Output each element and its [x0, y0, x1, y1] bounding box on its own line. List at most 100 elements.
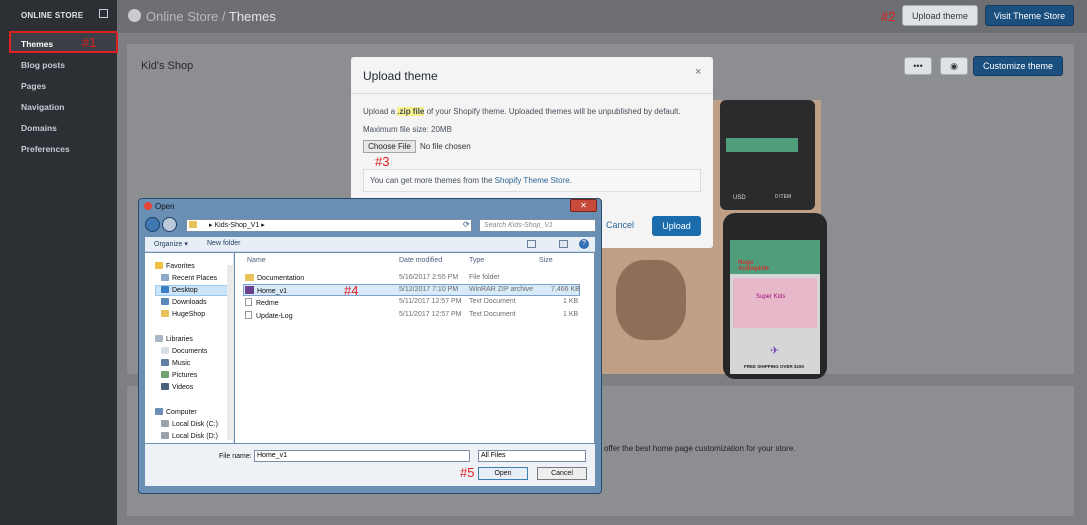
annotation-4: #4: [344, 283, 359, 298]
nav-downloads[interactable]: Downloads: [161, 298, 207, 306]
customize-theme-button[interactable]: Customize theme: [973, 56, 1063, 76]
address-bar[interactable]: ▸ Kids-Shop_V1 ▸: [186, 219, 472, 232]
laptop-currency: USD: [733, 195, 746, 201]
file-size: 1 KB: [563, 311, 579, 318]
breadcrumb: Online Store / Themes: [146, 9, 276, 24]
dialog-close-button[interactable]: ✕: [570, 199, 597, 212]
nav-desktop[interactable]: Desktop: [161, 286, 198, 294]
nav-music-label: Music: [172, 360, 191, 367]
phone-banner: [733, 278, 817, 328]
max-file-size: Maximum file size: 20MB: [363, 125, 452, 134]
sidebar-item-themes[interactable]: Themes: [21, 39, 53, 49]
modal-close-icon[interactable]: ×: [695, 66, 701, 78]
pictures-icon: [161, 371, 169, 378]
sidebar-item-preferences[interactable]: Preferences: [21, 144, 70, 154]
sidebar-header: ONLINE STORE: [21, 11, 84, 20]
theme-name: Kid's Shop: [141, 60, 194, 72]
nav-videos-label: Videos: [172, 384, 194, 391]
modal-description: Upload a .zip file of your Shopify theme…: [363, 107, 681, 116]
nav-favorites[interactable]: Favorites: [155, 262, 195, 270]
star-icon: [155, 262, 163, 269]
info-text: You can get more themes from the Shopify…: [370, 176, 572, 185]
nav-libraries-label: Libraries: [166, 336, 193, 343]
column-name[interactable]: Name: [247, 257, 266, 264]
phone-brand: Hugo Audiophile: [738, 260, 769, 272]
column-type[interactable]: Type: [469, 257, 484, 264]
file-size: 7,466 KB: [551, 286, 580, 293]
preview-kid-figure: [616, 260, 686, 340]
modal-upload-button[interactable]: Upload: [652, 216, 701, 236]
nav-recent-label: Recent Places: [172, 275, 218, 282]
back-arrow-icon[interactable]: [145, 217, 160, 232]
organize-menu[interactable]: Organize ▾: [154, 240, 188, 248]
nav-documents-label: Documents: [172, 348, 208, 355]
nav-scrollbar[interactable]: [227, 265, 234, 440]
nav-pictures[interactable]: Pictures: [161, 371, 197, 379]
visit-theme-store-button[interactable]: Visit Theme Store: [985, 5, 1074, 26]
sidebar-item-pages[interactable]: Pages: [21, 81, 46, 91]
file-name-input[interactable]: Home_v1: [254, 450, 470, 462]
search-input[interactable]: Search Kids-Shop_V1: [479, 219, 596, 232]
nav-computer-label: Computer: [166, 409, 197, 416]
file-row[interactable]: Update-Log: [245, 311, 293, 320]
zip-archive-icon: [245, 286, 254, 294]
folder-icon: [161, 310, 169, 317]
theme-store-link[interactable]: Shopify Theme Store: [495, 176, 570, 185]
annotation-3: #3: [375, 154, 390, 169]
preview-eye-button[interactable]: ◉: [940, 57, 968, 75]
nav-music[interactable]: Music: [161, 359, 190, 367]
sidebar-item-domains[interactable]: Domains: [21, 123, 57, 133]
column-date-modified[interactable]: Date modified: [399, 257, 442, 264]
file-row[interactable]: Documentation: [245, 274, 304, 282]
documents-icon: [161, 347, 169, 354]
view-options-icon[interactable]: [527, 240, 536, 248]
nav-disk-d[interactable]: Local Disk (D:): [161, 432, 218, 440]
cancel-button[interactable]: Cancel: [537, 467, 587, 480]
text-document-icon: [245, 311, 252, 319]
text-document-icon: [245, 298, 252, 306]
feature-description: offer the best home page customization f…: [604, 444, 796, 453]
nav-desktop-label: Desktop: [172, 287, 198, 294]
libraries-icon: [155, 335, 163, 342]
chrome-icon: [144, 202, 152, 210]
upload-theme-button[interactable]: Upload theme: [902, 5, 978, 26]
preview-pane-icon[interactable]: [559, 240, 568, 248]
column-size[interactable]: Size: [539, 257, 553, 264]
path-folder[interactable]: Kids-Shop_V1: [214, 222, 259, 229]
open-button[interactable]: Open: [478, 467, 528, 480]
nav-libraries[interactable]: Libraries: [155, 335, 193, 343]
file-name: Documentation: [257, 275, 305, 282]
phone-banner-text: Super Kids: [756, 294, 786, 300]
nav-computer[interactable]: Computer: [155, 408, 197, 416]
nav-disk-d-label: Local Disk (D:): [172, 433, 218, 440]
nav-hugeshop-label: HugeShop: [172, 311, 206, 318]
choose-file-button[interactable]: Choose File: [363, 140, 416, 153]
forward-arrow-icon[interactable]: [162, 217, 177, 232]
more-actions-button[interactable]: •••: [904, 57, 932, 75]
nav-videos[interactable]: Videos: [161, 383, 193, 391]
nav-pictures-label: Pictures: [172, 372, 198, 379]
no-file-chosen-label: No file chosen: [420, 142, 471, 151]
help-icon[interactable]: ?: [579, 239, 589, 249]
file-row[interactable]: Home_v1: [245, 286, 287, 295]
nav-disk-c[interactable]: Local Disk (C:): [161, 420, 218, 428]
external-link-icon[interactable]: [99, 9, 108, 18]
breadcrumb-separator: /: [218, 9, 229, 24]
breadcrumb-parent[interactable]: Online Store: [146, 9, 218, 24]
preview-laptop: [720, 100, 815, 210]
new-folder-button[interactable]: New folder: [207, 240, 240, 247]
refresh-icon[interactable]: ⟳: [463, 220, 470, 229]
modal-cancel-button[interactable]: Cancel: [606, 220, 634, 230]
computer-icon: [155, 408, 163, 415]
nav-documents[interactable]: Documents: [161, 347, 207, 355]
nav-hugeshop[interactable]: HugeShop: [161, 310, 205, 318]
desktop-icon: [161, 286, 169, 293]
nav-recent-places[interactable]: Recent Places: [161, 274, 217, 282]
annotation-2: #2: [881, 9, 896, 24]
file-name-label: File name:: [219, 453, 252, 460]
sidebar-item-blog-posts[interactable]: Blog posts: [21, 60, 65, 70]
file-row[interactable]: Redme: [245, 298, 279, 307]
file-type-filter[interactable]: All Files: [478, 450, 586, 462]
sidebar-item-navigation[interactable]: Navigation: [21, 102, 64, 112]
nav-disk-c-label: Local Disk (C:): [172, 421, 218, 428]
